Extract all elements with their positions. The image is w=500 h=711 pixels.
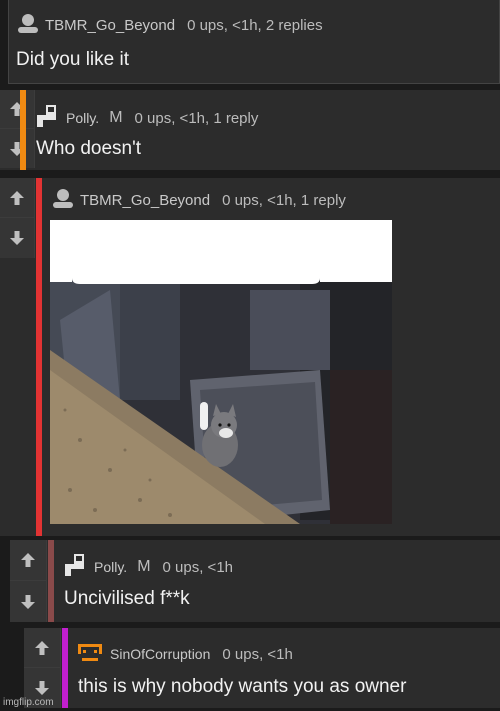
comment-5-text: this is why nobody wants you as owner <box>78 676 407 697</box>
comment-4-text: Uncivilised f**k <box>64 588 190 609</box>
user-avatar-icon <box>17 13 39 37</box>
down-arrow-icon <box>35 681 49 695</box>
comment-2-stats: 0 ups, <1h, 1 reply <box>134 109 259 127</box>
comment-5-meta: SinOfCorruption 0 ups, <1h <box>76 640 293 668</box>
upvote-button[interactable] <box>0 90 34 129</box>
comment-3: TBMR_Go_Beyond 0 ups, <1h, 1 reply <box>0 178 500 536</box>
comment-1-username[interactable]: TBMR_Go_Beyond <box>45 17 175 34</box>
comment-4-stats: 0 ups, <1h <box>162 558 234 576</box>
comment-4-meta: Polly. M 0 ups, <1h <box>62 552 233 582</box>
user-avatar-icon <box>52 188 74 212</box>
user-avatar-icon <box>76 640 104 668</box>
comment-4-username[interactable]: Polly. <box>94 559 127 575</box>
upvote-button[interactable] <box>10 540 46 581</box>
comment-4-accent-bar <box>48 540 54 622</box>
watermark: imgflip.com <box>3 697 54 708</box>
comment-3-meta: TBMR_Go_Beyond 0 ups, <1h, 1 reply <box>52 188 346 212</box>
vote-column <box>24 628 61 708</box>
vote-column <box>10 540 47 622</box>
comment-1-text: Did you like it <box>16 49 129 70</box>
user-avatar-icon <box>62 552 88 582</box>
comment-5-accent-bar <box>62 628 68 708</box>
comment-3-username[interactable]: TBMR_Go_Beyond <box>80 192 210 209</box>
comment-3-accent-bar <box>36 178 42 536</box>
comment-1-meta: TBMR_Go_Beyond 0 ups, <1h, 2 replies <box>17 13 323 37</box>
comment-1-stats: 0 ups, <1h, 2 replies <box>187 16 323 34</box>
comment-5-stats: 0 ups, <1h <box>222 645 293 663</box>
comment-2: Polly. M 0 ups, <1h, 1 reply Who doesn't <box>0 90 500 170</box>
down-arrow-icon <box>21 594 35 609</box>
comment-2-username[interactable]: Polly. <box>66 110 99 126</box>
up-arrow-icon <box>35 640 49 655</box>
upvote-button[interactable] <box>0 178 34 218</box>
downvote-button[interactable] <box>0 129 34 168</box>
comment-3-image[interactable] <box>50 220 392 524</box>
downvote-button[interactable] <box>0 218 34 258</box>
comment-5-username[interactable]: SinOfCorruption <box>110 646 210 662</box>
up-arrow-icon <box>21 553 35 567</box>
vote-column <box>0 90 35 168</box>
comment-2-accent-bar <box>20 90 26 170</box>
down-arrow-icon <box>10 231 24 245</box>
upvote-button[interactable] <box>24 628 60 668</box>
comment-3-stats: 0 ups, <1h, 1 reply <box>222 191 346 209</box>
up-arrow-icon <box>10 190 24 205</box>
user-avatar-icon <box>34 103 60 133</box>
vote-column <box>0 178 35 258</box>
comment-2-meta: Polly. M 0 ups, <1h, 1 reply <box>34 103 258 133</box>
comment-1: TBMR_Go_Beyond 0 ups, <1h, 2 replies Did… <box>8 0 500 84</box>
comment-4-flair: M <box>137 558 151 575</box>
comment-2-flair: M <box>109 109 123 126</box>
downvote-button[interactable] <box>10 581 46 622</box>
comment-2-text: Who doesn't <box>36 138 142 159</box>
comment-5: SinOfCorruption 0 ups, <1h this is why n… <box>24 628 500 708</box>
comment-4: Polly. M 0 ups, <1h Uncivilised f**k <box>10 540 500 622</box>
